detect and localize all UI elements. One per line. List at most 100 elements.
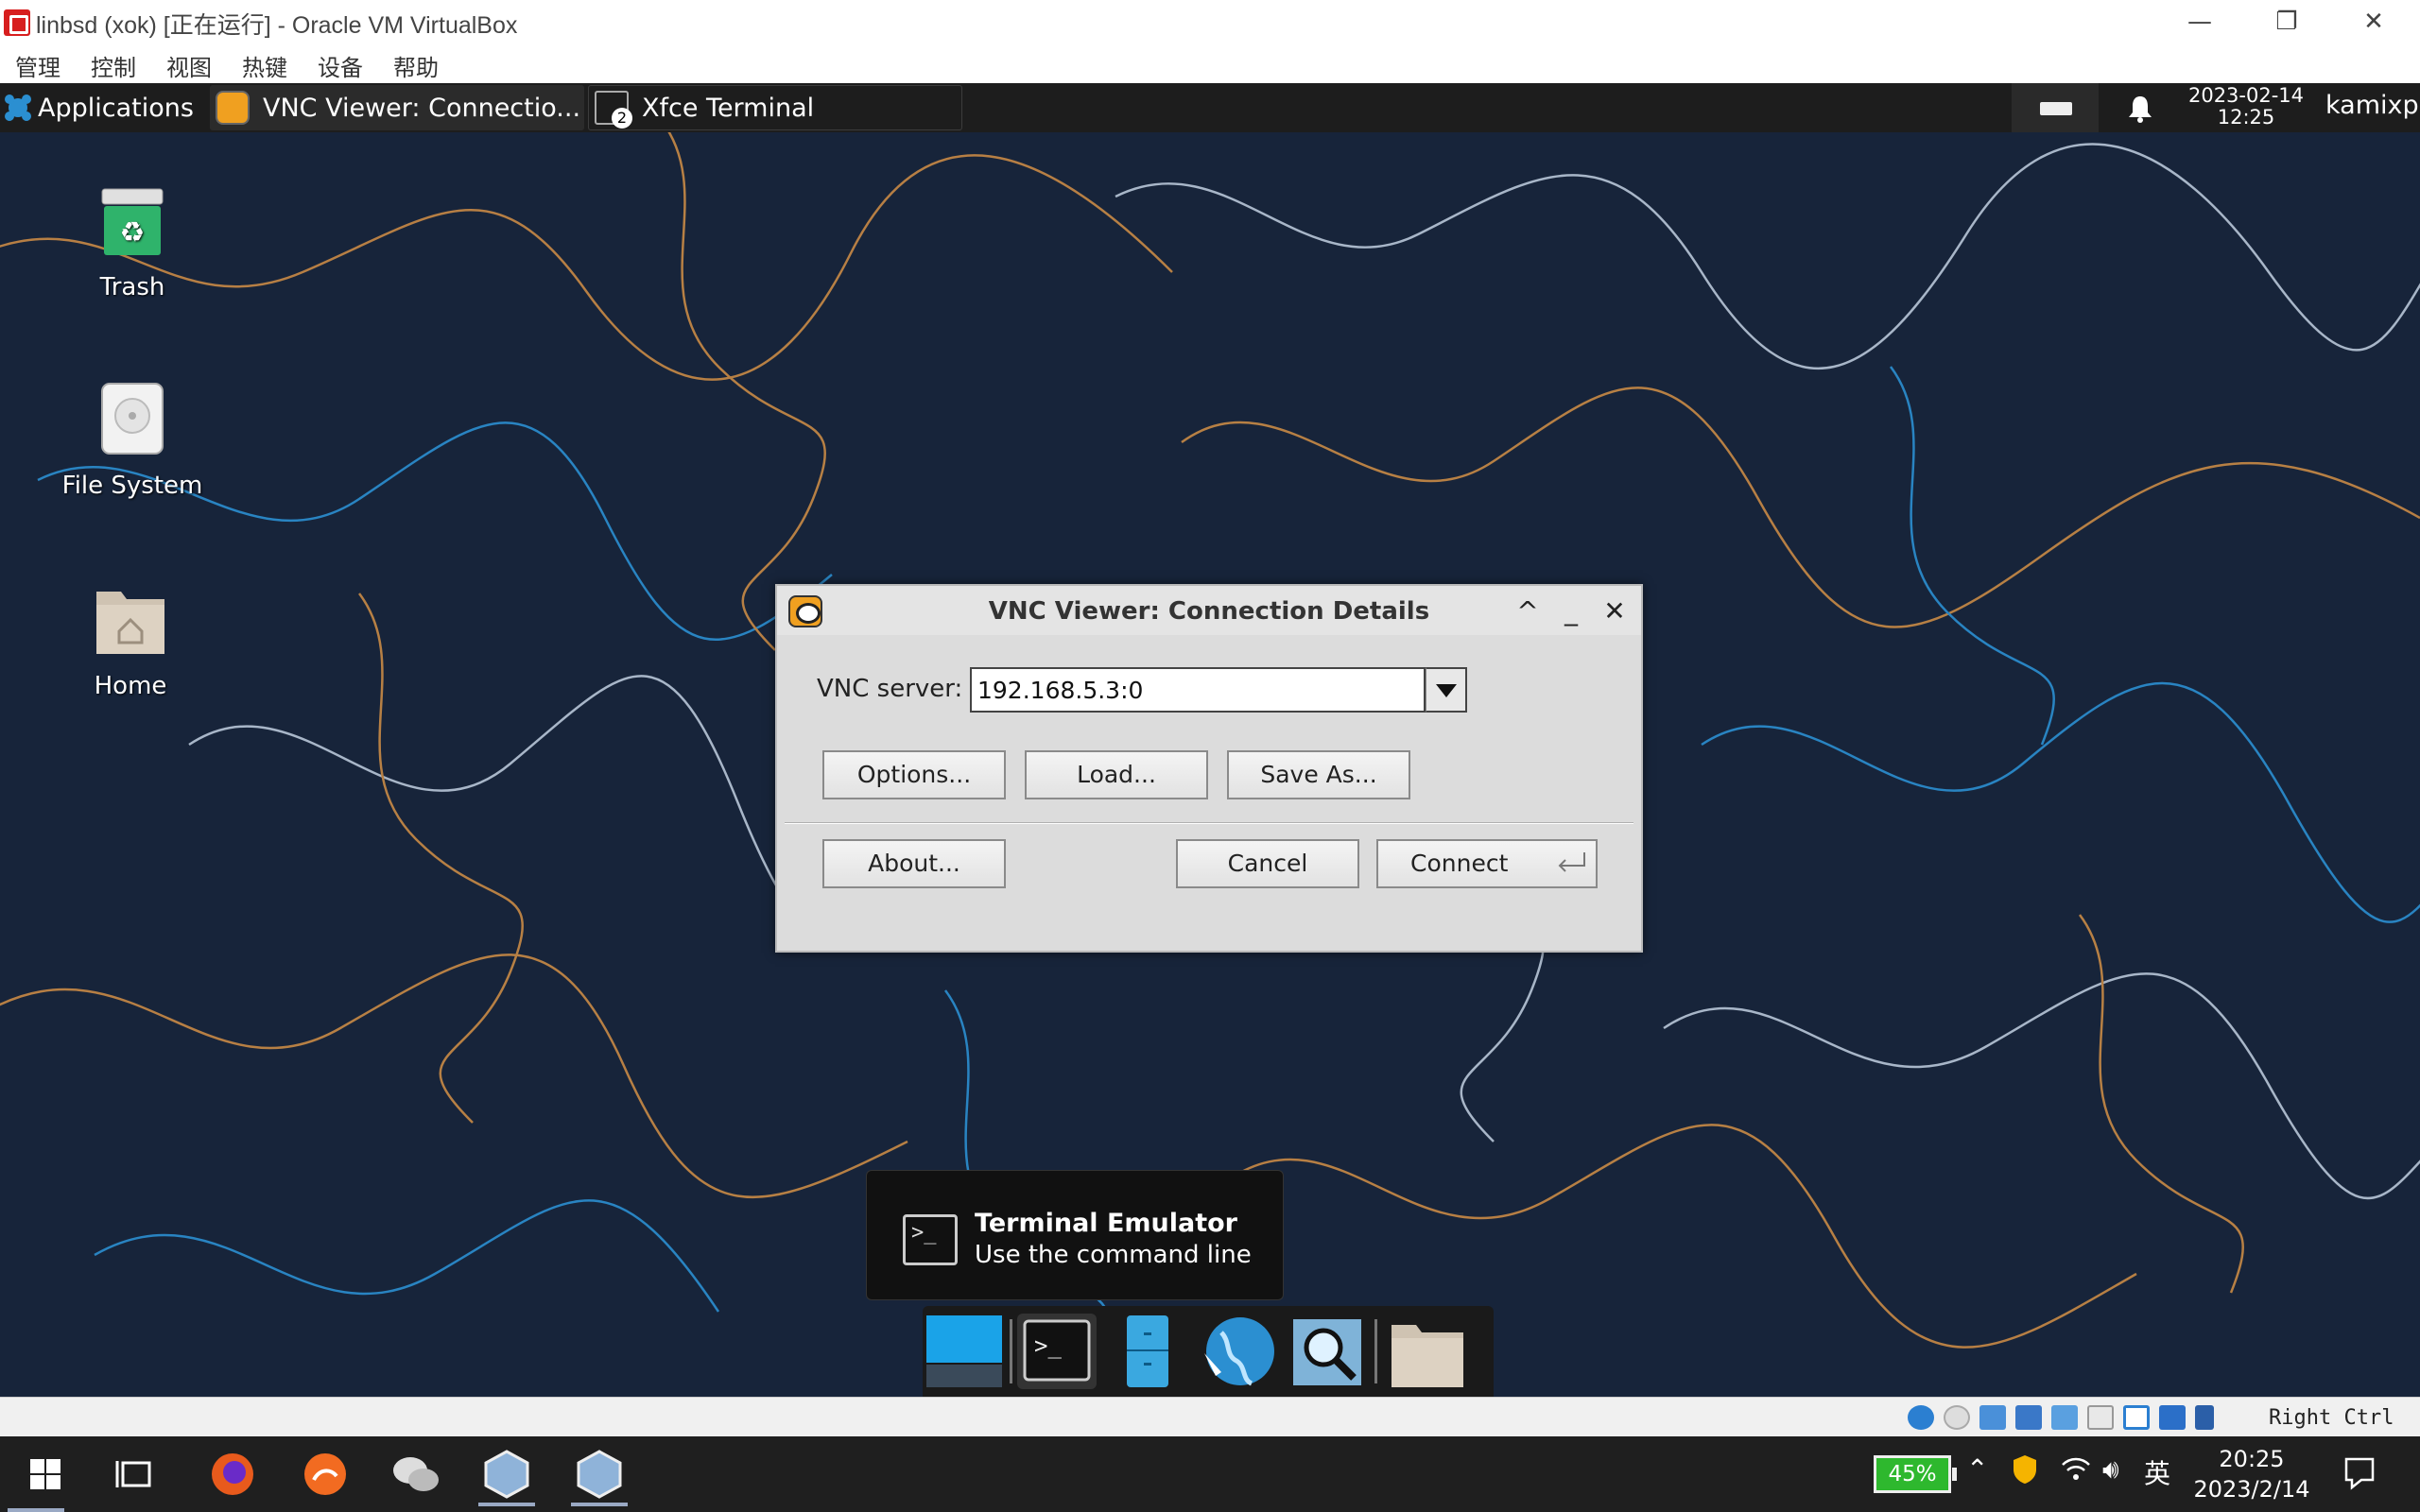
taskbar-date: 2023/2/14 [2193,1476,2310,1503]
save-as-button[interactable]: Save As... [1227,750,1410,799]
connect-label: Connect [1410,850,1509,877]
file-manager-icon[interactable] [1108,1314,1187,1389]
menu-view[interactable]: 视图 [166,49,212,82]
connect-button[interactable]: Connect [1376,839,1598,888]
xfce-top-panel: Applications VNC Viewer: Connectio... 2 … [0,83,2420,132]
vnc-server-dropdown-button[interactable] [1426,667,1467,713]
battery-indicator[interactable]: 45% [1874,1455,1957,1493]
panel-clock-date: 2023-02-14 [2187,84,2305,107]
show-desktop-icon[interactable] [925,1314,1004,1389]
wechat-icon[interactable] [380,1442,452,1506]
host-key-indicator: Right Ctrl [2269,1406,2394,1430]
dialog-close-button[interactable]: ✕ [1599,595,1630,627]
terminal-icon: >_ [903,1214,958,1265]
dialog-titlebar[interactable]: VNC Viewer: Connection Details ^ _ ✕ [777,586,1641,635]
applications-label: Applications [38,93,194,123]
chat-app-icon[interactable] [289,1442,361,1506]
home-folder-icon [96,592,164,654]
wifi-icon[interactable] [2061,1453,2091,1482]
folder-icon[interactable] [1388,1314,1467,1389]
input-method-indicator[interactable]: 英 [2144,1453,2170,1491]
vnc-server-input[interactable] [970,667,1426,713]
security-shield-icon[interactable] [2012,1453,2038,1486]
task-group-badge: 2 [612,108,632,129]
menu-hotkeys[interactable]: 热键 [242,49,287,82]
taskbar-item-vnc-viewer[interactable]: VNC Viewer: Connectio... [210,85,584,130]
desktop-icon-file-system[interactable]: File System [38,378,227,500]
virtualbox-vm-icon[interactable] [563,1442,635,1506]
desktop-icon-trash[interactable]: ♻ Trash [38,180,227,301]
action-center-icon[interactable] [2341,1453,2378,1491]
keyboard-icon [2040,102,2072,115]
desktop-icon-home[interactable]: Home [36,578,225,700]
cancel-button[interactable]: Cancel [1176,839,1359,888]
load-button[interactable]: Load... [1025,750,1208,799]
window-close-button[interactable]: ✕ [2341,4,2407,40]
optical-drive-indicator-icon[interactable] [1944,1405,1970,1430]
xfce-mouse-icon [5,94,31,121]
task-view-icon[interactable] [100,1442,172,1506]
task-label-vnc: VNC Viewer: Connectio... [263,93,581,123]
notification-bell-icon[interactable] [2127,94,2153,123]
window-title: linbsd (xok) [正在运行] - Oracle VM VirtualB… [36,12,518,39]
trash-icon: ♻ [101,188,164,255]
window-restore-button[interactable]: ❐ [2254,4,2320,40]
taskbar-clock[interactable]: 20:25 2023/2/14 [2178,1444,2325,1504]
app-finder-icon[interactable] [1288,1314,1367,1389]
about-button[interactable]: About... [822,839,1006,888]
virtualbox-app-icon [4,9,30,36]
svg-text:>_: >_ [1034,1332,1062,1359]
firefox-icon[interactable] [197,1442,268,1506]
dialog-minimize-button[interactable]: _ [1556,595,1586,627]
usb-indicator-icon[interactable] [2051,1405,2078,1430]
menu-manage[interactable]: 管理 [15,49,60,82]
dock-tooltip: >_ Terminal Emulator Use the command lin… [866,1170,1284,1300]
menu-help[interactable]: 帮助 [393,49,439,82]
shared-folders-indicator-icon[interactable] [2087,1405,2114,1430]
windows-taskbar: 45% ⌃ 🔊︎ 英 20:25 2023/2/14 [0,1436,2420,1512]
svg-text:♻: ♻ [120,216,146,249]
drive-icon [101,383,164,455]
options-button[interactable]: Options... [822,750,1006,799]
terminal-icon[interactable]: >_ [1017,1314,1097,1389]
window-minimize-button[interactable]: — [2167,4,2233,40]
taskbar-item-terminal[interactable]: 2 Xfce Terminal [588,85,962,130]
guest-screen: Applications VNC Viewer: Connectio... 2 … [0,83,2420,1397]
task-label-terminal: Xfce Terminal [642,93,815,123]
hard-disk-indicator-icon[interactable] [1908,1405,1934,1430]
audio-indicator-icon[interactable] [1979,1405,2006,1430]
tooltip-title: Terminal Emulator [975,1209,1237,1238]
network-indicator-icon[interactable] [2015,1405,2042,1430]
tray-overflow-chevron-icon[interactable]: ⌃ [1966,1453,1988,1485]
volume-icon[interactable]: 🔊︎ [2102,1453,2119,1486]
keyboard-layout-button[interactable] [2012,83,2099,132]
xfce-dock: >_ [923,1306,1494,1397]
desktop-icon-label: Trash [99,273,165,301]
taskbar-time: 20:25 [2219,1446,2285,1472]
panel-clock-time: 12:25 [2217,106,2275,129]
dock-separator [1010,1319,1012,1383]
vnc-connection-dialog: VNC Viewer: Connection Details ^ _ ✕ VNC… [775,584,1643,953]
cpu-indicator-icon[interactable] [2195,1405,2214,1430]
enter-key-icon [1558,852,1585,872]
dialog-shade-button[interactable]: ^ [1512,595,1543,627]
panel-clock[interactable]: 2023-02-14 12:25 [2170,85,2322,129]
web-browser-icon[interactable] [1199,1314,1278,1389]
dialog-title: VNC Viewer: Connection Details [988,597,1430,626]
windows-start-icon[interactable] [9,1442,81,1506]
display-indicator-icon[interactable] [2123,1405,2150,1430]
applications-menu[interactable]: Applications [4,83,194,132]
vnc-viewer-icon [216,91,250,125]
vbox-menubar: 管理 控制 视图 热键 设备 帮助 [0,43,2420,83]
menu-control[interactable]: 控制 [91,49,136,82]
vnc-server-label: VNC server: [817,675,963,703]
menu-devices[interactable]: 设备 [318,49,363,82]
desktop-icon-label: Home [94,672,167,700]
dialog-separator [785,822,1634,824]
dock-separator [1374,1319,1377,1383]
vbox-titlebar: linbsd (xok) [正在运行] - Oracle VM VirtualB… [0,0,2420,43]
virtualbox-icon[interactable] [471,1442,543,1506]
panel-user-menu[interactable]: kamixp [2325,91,2419,120]
recording-indicator-icon[interactable] [2159,1405,2186,1430]
vbox-status-bar: Right Ctrl [0,1397,2420,1436]
